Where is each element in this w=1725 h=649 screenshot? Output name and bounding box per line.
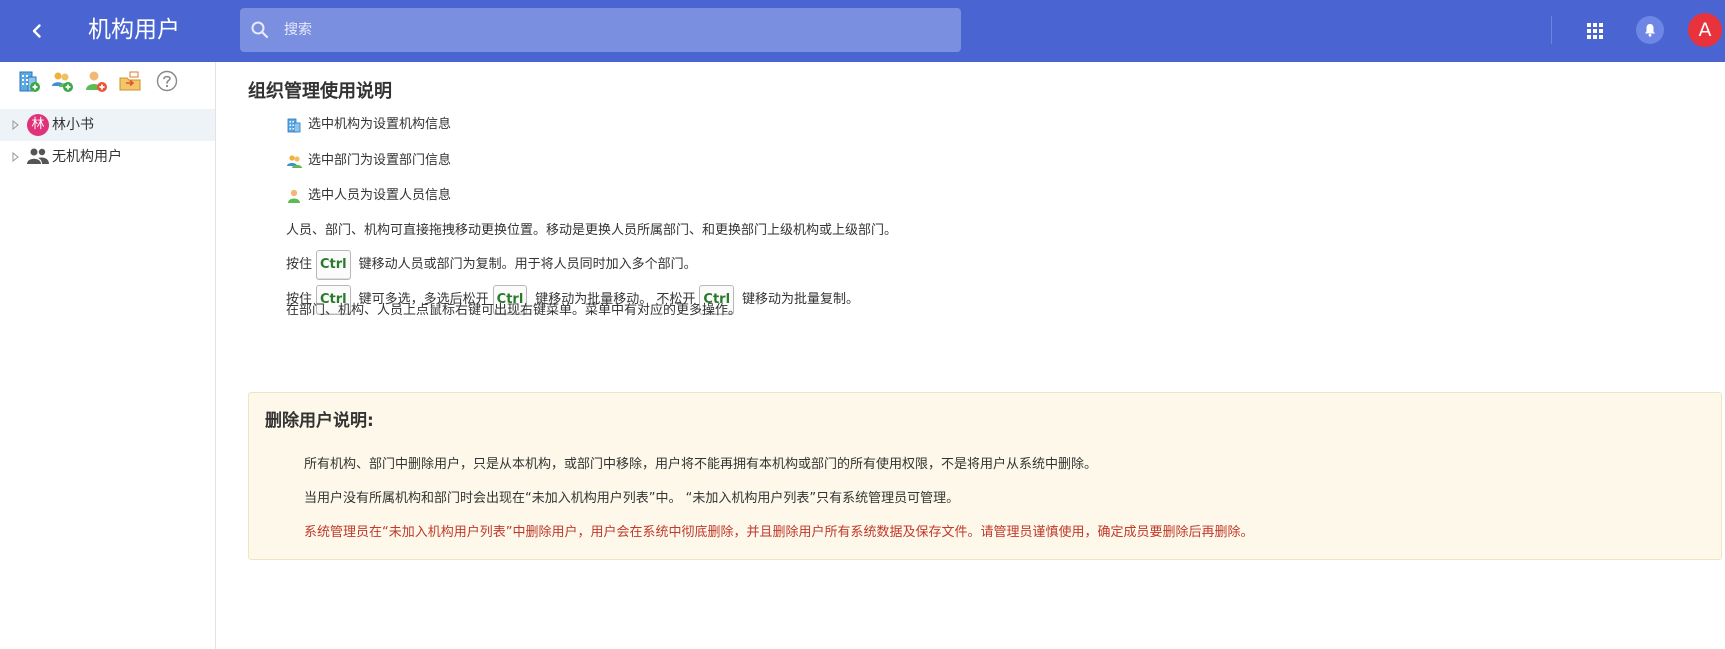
tree-item-label: 无机构用户 (52, 149, 122, 165)
instruction-text: 人员、部门、机构可直接拖拽移动更换位置。移动是更换人员所属部门、和更换部门上级机… (286, 223, 898, 238)
notice-warning: 系统管理员在“未加入机构用户列表”中删除用户，用户会在系统中彻底删除，并且删除用… (304, 525, 1254, 540)
help-question-icon[interactable] (154, 68, 180, 94)
notice-title: 删除用户说明: (265, 411, 374, 431)
notice-text: 所有机构、部门中删除用户，只是从本机构，或部门中移除，用户将不能再拥有本机构或部… (304, 457, 1098, 472)
chevron-left-icon (32, 24, 41, 38)
ctrl-key-badge: Ctrl (316, 250, 351, 280)
people-icon (27, 148, 49, 164)
instruction-text: 选中人员为设置人员信息 (308, 188, 452, 203)
page-title: 机构用户 (88, 17, 180, 43)
copy-instruction: 按住 Ctrl 键移动人员或部门为复制。用于将人员同时加入多个部门。 (286, 248, 697, 282)
avatar: 林 (27, 114, 49, 136)
tree-item-unassigned-users[interactable]: 无机构用户 (0, 141, 215, 173)
delete-user-notice: 删除用户说明: 所有机构、部门中删除用户，只是从本机构，或部门中移除，用户将不能… (248, 392, 1722, 560)
instruction-line: 选中机构为设置机构信息 (286, 116, 451, 134)
instruction-text: 键移动人员或部门为复制。用于将人员同时加入多个部门。 (358, 257, 697, 272)
drag-instruction: 人员、部门、机构可直接拖拽移动更换位置。移动是更换人员所属部门、和更换部门上级机… (286, 222, 897, 240)
building-icon (287, 118, 301, 133)
sidebar: 林 林小书 无机构用户 (0, 62, 216, 649)
org-tree: 林 林小书 无机构用户 (0, 109, 215, 173)
instruction-text: 在部门、机构、人员上点鼠标右键可出现右键菜单。菜单中有对应的更多操作。 (286, 303, 742, 318)
user-plus-icon[interactable] (83, 68, 109, 94)
instruction-line: 选中人员为设置人员信息 (286, 187, 451, 205)
top-app-bar: 机构用户 A (0, 0, 1725, 62)
context-menu-line: 在部门、机构、人员上点鼠标右键可出现右键菜单。菜单中有对应的更多操作。 (286, 302, 741, 320)
sidebar-toolbar (0, 62, 215, 102)
instruction-text: 按住 (286, 257, 313, 272)
group-icon (287, 155, 302, 168)
search-input[interactable] (284, 16, 944, 44)
search-bar[interactable] (240, 8, 961, 52)
person-icon (288, 189, 300, 203)
user-avatar[interactable]: A (1688, 13, 1722, 47)
instruction-line: 选中部门为设置部门信息 (286, 152, 451, 170)
apps-grid-icon[interactable] (1582, 18, 1608, 44)
main-content: 组织管理使用说明 选中机构为设置机构信息 选中部门为设置部门信息 选中人员为设置… (248, 62, 1725, 649)
tree-item-label: 林小书 (52, 117, 94, 133)
caret-right-icon[interactable] (12, 152, 20, 162)
tree-item-user[interactable]: 林 林小书 (0, 109, 215, 141)
group-plus-icon[interactable] (49, 68, 75, 94)
caret-right-icon[interactable] (12, 120, 20, 130)
instruction-text: 选中部门为设置部门信息 (308, 153, 452, 168)
search-icon (251, 21, 269, 39)
section-title: 组织管理使用说明 (248, 81, 392, 102)
notice-text: 当用户没有所属机构和部门时会出现在“未加入机构用户列表”中。 “未加入机构用户列… (304, 491, 960, 506)
header-divider (1551, 16, 1552, 44)
building-plus-icon[interactable] (16, 68, 42, 94)
instruction-text: 键移动为批量复制。 (742, 292, 860, 307)
notification-button[interactable] (1636, 16, 1664, 44)
instruction-text: 选中机构为设置机构信息 (308, 117, 452, 132)
folder-move-icon[interactable] (117, 68, 143, 94)
back-button[interactable] (22, 16, 52, 46)
bell-icon (1645, 24, 1655, 37)
